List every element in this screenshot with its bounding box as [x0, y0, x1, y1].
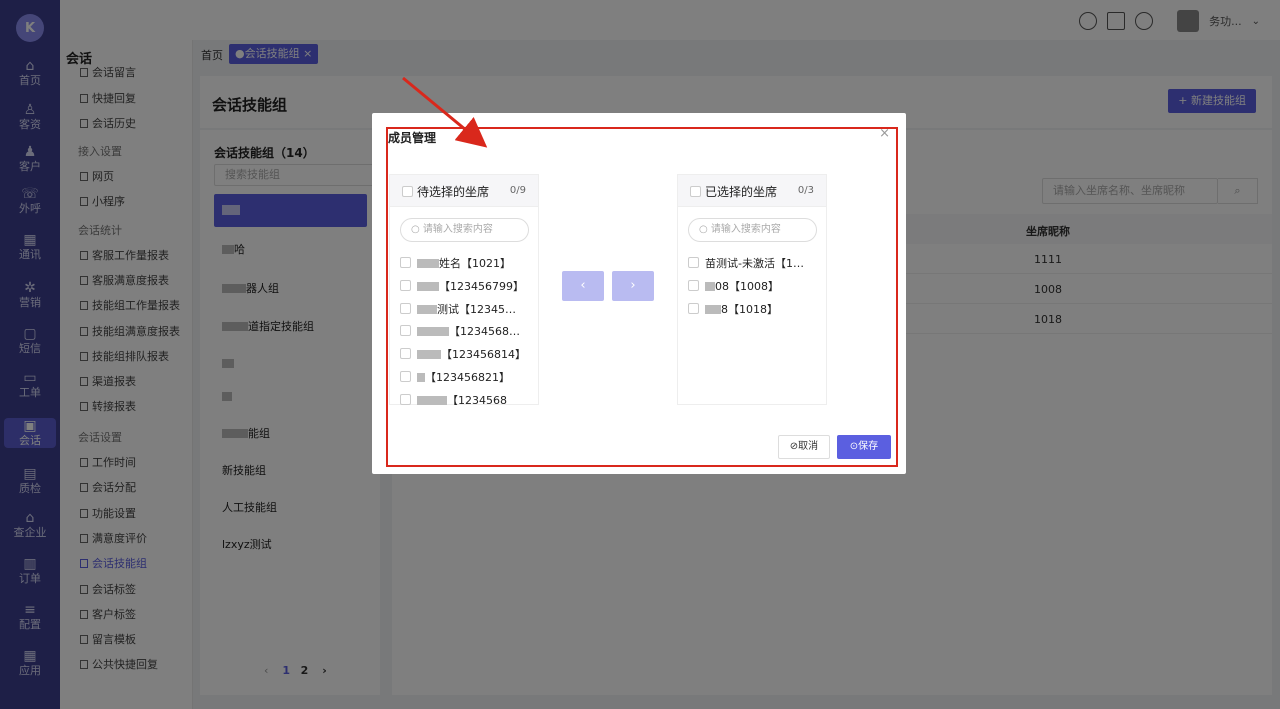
- annotation-highlight-frame: [386, 127, 898, 467]
